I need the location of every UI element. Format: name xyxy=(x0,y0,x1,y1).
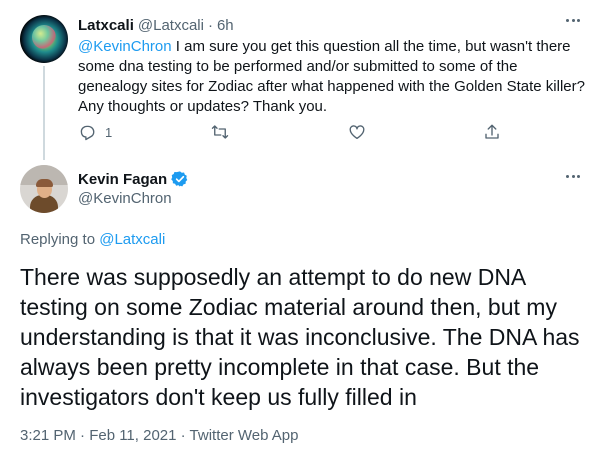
reply-author-name[interactable]: Latxcali xyxy=(78,17,134,34)
thread-connector-line xyxy=(43,66,45,160)
more-icon[interactable] xyxy=(563,170,583,182)
reply-timestamp[interactable]: 6h xyxy=(217,17,234,34)
reply-action-bar: 1 xyxy=(78,122,501,142)
share-icon xyxy=(485,124,499,139)
avatar-kevin-fagan[interactable] xyxy=(20,165,68,213)
replying-to-mention-link[interactable]: @Latxcali xyxy=(99,231,165,248)
retweet-button[interactable] xyxy=(211,122,229,142)
share-button[interactable] xyxy=(483,122,501,142)
reply-count: 1 xyxy=(105,124,113,140)
reply-mention-link[interactable]: @KevinChron xyxy=(78,38,172,55)
like-icon xyxy=(349,125,365,140)
parent-reply[interactable]: Latxcali @Latxcali · 6h @KevinChron I am… xyxy=(0,0,605,160)
tweet-timestamp-source[interactable]: 3:21 PM · Feb 11, 2021 · Twitter Web App xyxy=(20,427,298,444)
verified-badge-icon xyxy=(171,171,188,187)
tweet-text: There was supposedly an attempt to do ne… xyxy=(20,264,580,410)
avatar-latxcali[interactable] xyxy=(20,15,68,63)
reply-author-handle[interactable]: @Latxcali xyxy=(138,17,204,34)
reply-text: @KevinChron I am sure you get this quest… xyxy=(78,37,588,117)
tweet-author-handle[interactable]: @KevinChron xyxy=(78,190,172,207)
header-separator: · xyxy=(207,16,213,34)
tweet-author-name-row: Kevin Fagan xyxy=(78,169,189,189)
retweet-icon xyxy=(211,125,229,139)
like-button[interactable] xyxy=(348,122,366,142)
tweet-author-name[interactable]: Kevin Fagan xyxy=(78,171,167,188)
reply-icon xyxy=(80,125,95,141)
reply-button[interactable]: 1 xyxy=(78,122,112,142)
reply-header: Latxcali @Latxcali · 6h xyxy=(78,15,234,35)
more-icon[interactable] xyxy=(563,14,583,26)
tweet-thread: Latxcali @Latxcali · 6h @KevinChron I am… xyxy=(0,0,605,458)
replying-to-prefix: Replying to xyxy=(20,231,100,248)
replying-to-line: Replying to @Latxcali xyxy=(20,231,165,248)
